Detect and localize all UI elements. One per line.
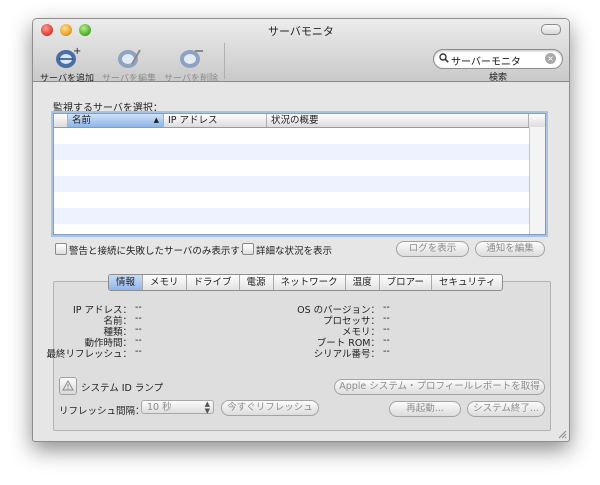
memory-value: -- [383,324,390,335]
table-row[interactable] [54,176,545,192]
tab-drives[interactable]: ドライブ [187,275,240,290]
column-header-status[interactable]: 状況の概要 [267,114,529,127]
server-edit-icon [118,49,141,68]
delete-server-label: サーバを削除 [164,74,218,84]
type-value: -- [135,324,142,335]
column-header-name[interactable]: 名前 ▲ [68,114,164,127]
tab-temperature[interactable]: 温度 [346,275,380,290]
warning-triangle-icon [62,379,74,391]
tab-memory[interactable]: メモリ [143,275,187,290]
refresh-interval-select[interactable]: 10 秒 ▲ ▼ [141,400,214,415]
tab-network[interactable]: ネットワーク [274,275,346,290]
column-header-ip[interactable]: IP アドレス [164,114,267,127]
last-refresh-value: -- [135,346,142,357]
title-bar[interactable]: サーバモニタ + サーバを追加 サーバを編集 サーバを削除 サーバーモニタ × … [33,19,569,84]
search-field[interactable]: サーバーモニタ × [433,49,563,69]
table-row[interactable] [54,144,545,160]
add-server-button[interactable]: + サーバを追加 [34,45,100,84]
server-monitor-window: サーバモニタ + サーバを追加 サーバを編集 サーバを削除 サーバーモニタ × … [32,18,570,442]
tab-power[interactable]: 電源 [240,275,274,290]
detail-status-label: 詳細な状況を表示 [256,246,333,257]
show-log-button[interactable]: ログを表示 [396,241,469,257]
name-value: -- [135,313,142,324]
ip-address-value: -- [135,302,142,313]
system-id-lamp-button[interactable] [59,377,77,395]
table-scrollbar[interactable] [529,127,545,234]
detail-status-checkbox[interactable] [242,243,254,255]
stepper-arrows-icon: ▲ ▼ [204,400,210,415]
edit-notify-button[interactable]: 通知を編集 [475,241,545,257]
server-add-icon: + [56,46,81,68]
add-server-label: サーバを追加 [40,74,94,84]
table-row[interactable] [54,208,545,224]
os-version-value: -- [383,302,390,313]
processor-value: -- [383,313,390,324]
server-table[interactable]: 名前 ▲ IP アドレス 状況の概要 [53,113,546,235]
uptime-value: -- [135,335,142,346]
clear-search-icon[interactable]: × [545,53,556,64]
magnifier-icon [439,53,449,63]
boot-rom-value: -- [383,335,390,346]
delete-server-button[interactable]: サーバを削除 [158,45,224,84]
column-header-blank [54,114,68,127]
filter-warnings-label: 警告と接続に失敗したサーバのみ表示する [69,246,250,257]
server-delete-icon [180,50,203,68]
table-row[interactable] [54,160,545,176]
svg-text:+: + [73,46,81,57]
server-list-label: 監視するサーバを選択： [53,103,163,114]
edit-server-button[interactable]: サーバを編集 [96,45,162,84]
serial-number-key: シリアル番号： [313,349,380,360]
apple-system-profile-button[interactable]: Apple システム・プロフィールレポートを取得 [334,379,545,395]
toolbar-separator [224,43,225,79]
tab-info[interactable]: 情報 [109,275,144,290]
search-input[interactable]: サーバーモニタ [451,53,521,68]
resize-grip-icon[interactable] [557,429,567,439]
search-label: 検索 [488,73,507,83]
serial-number-value: -- [383,346,390,357]
tab-bar: 情報 メモリ ドライブ 電源 ネットワーク 温度 ブロアー セキュリティ [108,274,504,291]
table-row[interactable] [54,192,545,208]
last-refresh-key: 最終リフレッシュ： [46,349,132,360]
tab-blower[interactable]: ブロアー [380,275,433,290]
system-id-lamp-label: システム ID ランプ [81,383,164,394]
window-title: サーバモニタ [268,25,334,38]
table-header: 名前 ▲ IP アドレス 状況の概要 [54,114,545,128]
tab-security[interactable]: セキュリティ [432,275,502,290]
refresh-interval-label: リフレッシュ間隔： [59,406,145,417]
toolbar-toggle-button[interactable] [541,24,561,35]
edit-server-label: サーバを編集 [102,74,156,84]
refresh-now-button[interactable]: 今すぐリフレッシュ [221,400,319,416]
shutdown-button[interactable]: システム終了... [467,401,545,417]
restart-button[interactable]: 再起動... [389,401,461,417]
filter-warnings-checkbox[interactable] [55,243,67,255]
sort-ascending-icon: ▲ [153,116,159,124]
table-row[interactable] [54,128,545,144]
